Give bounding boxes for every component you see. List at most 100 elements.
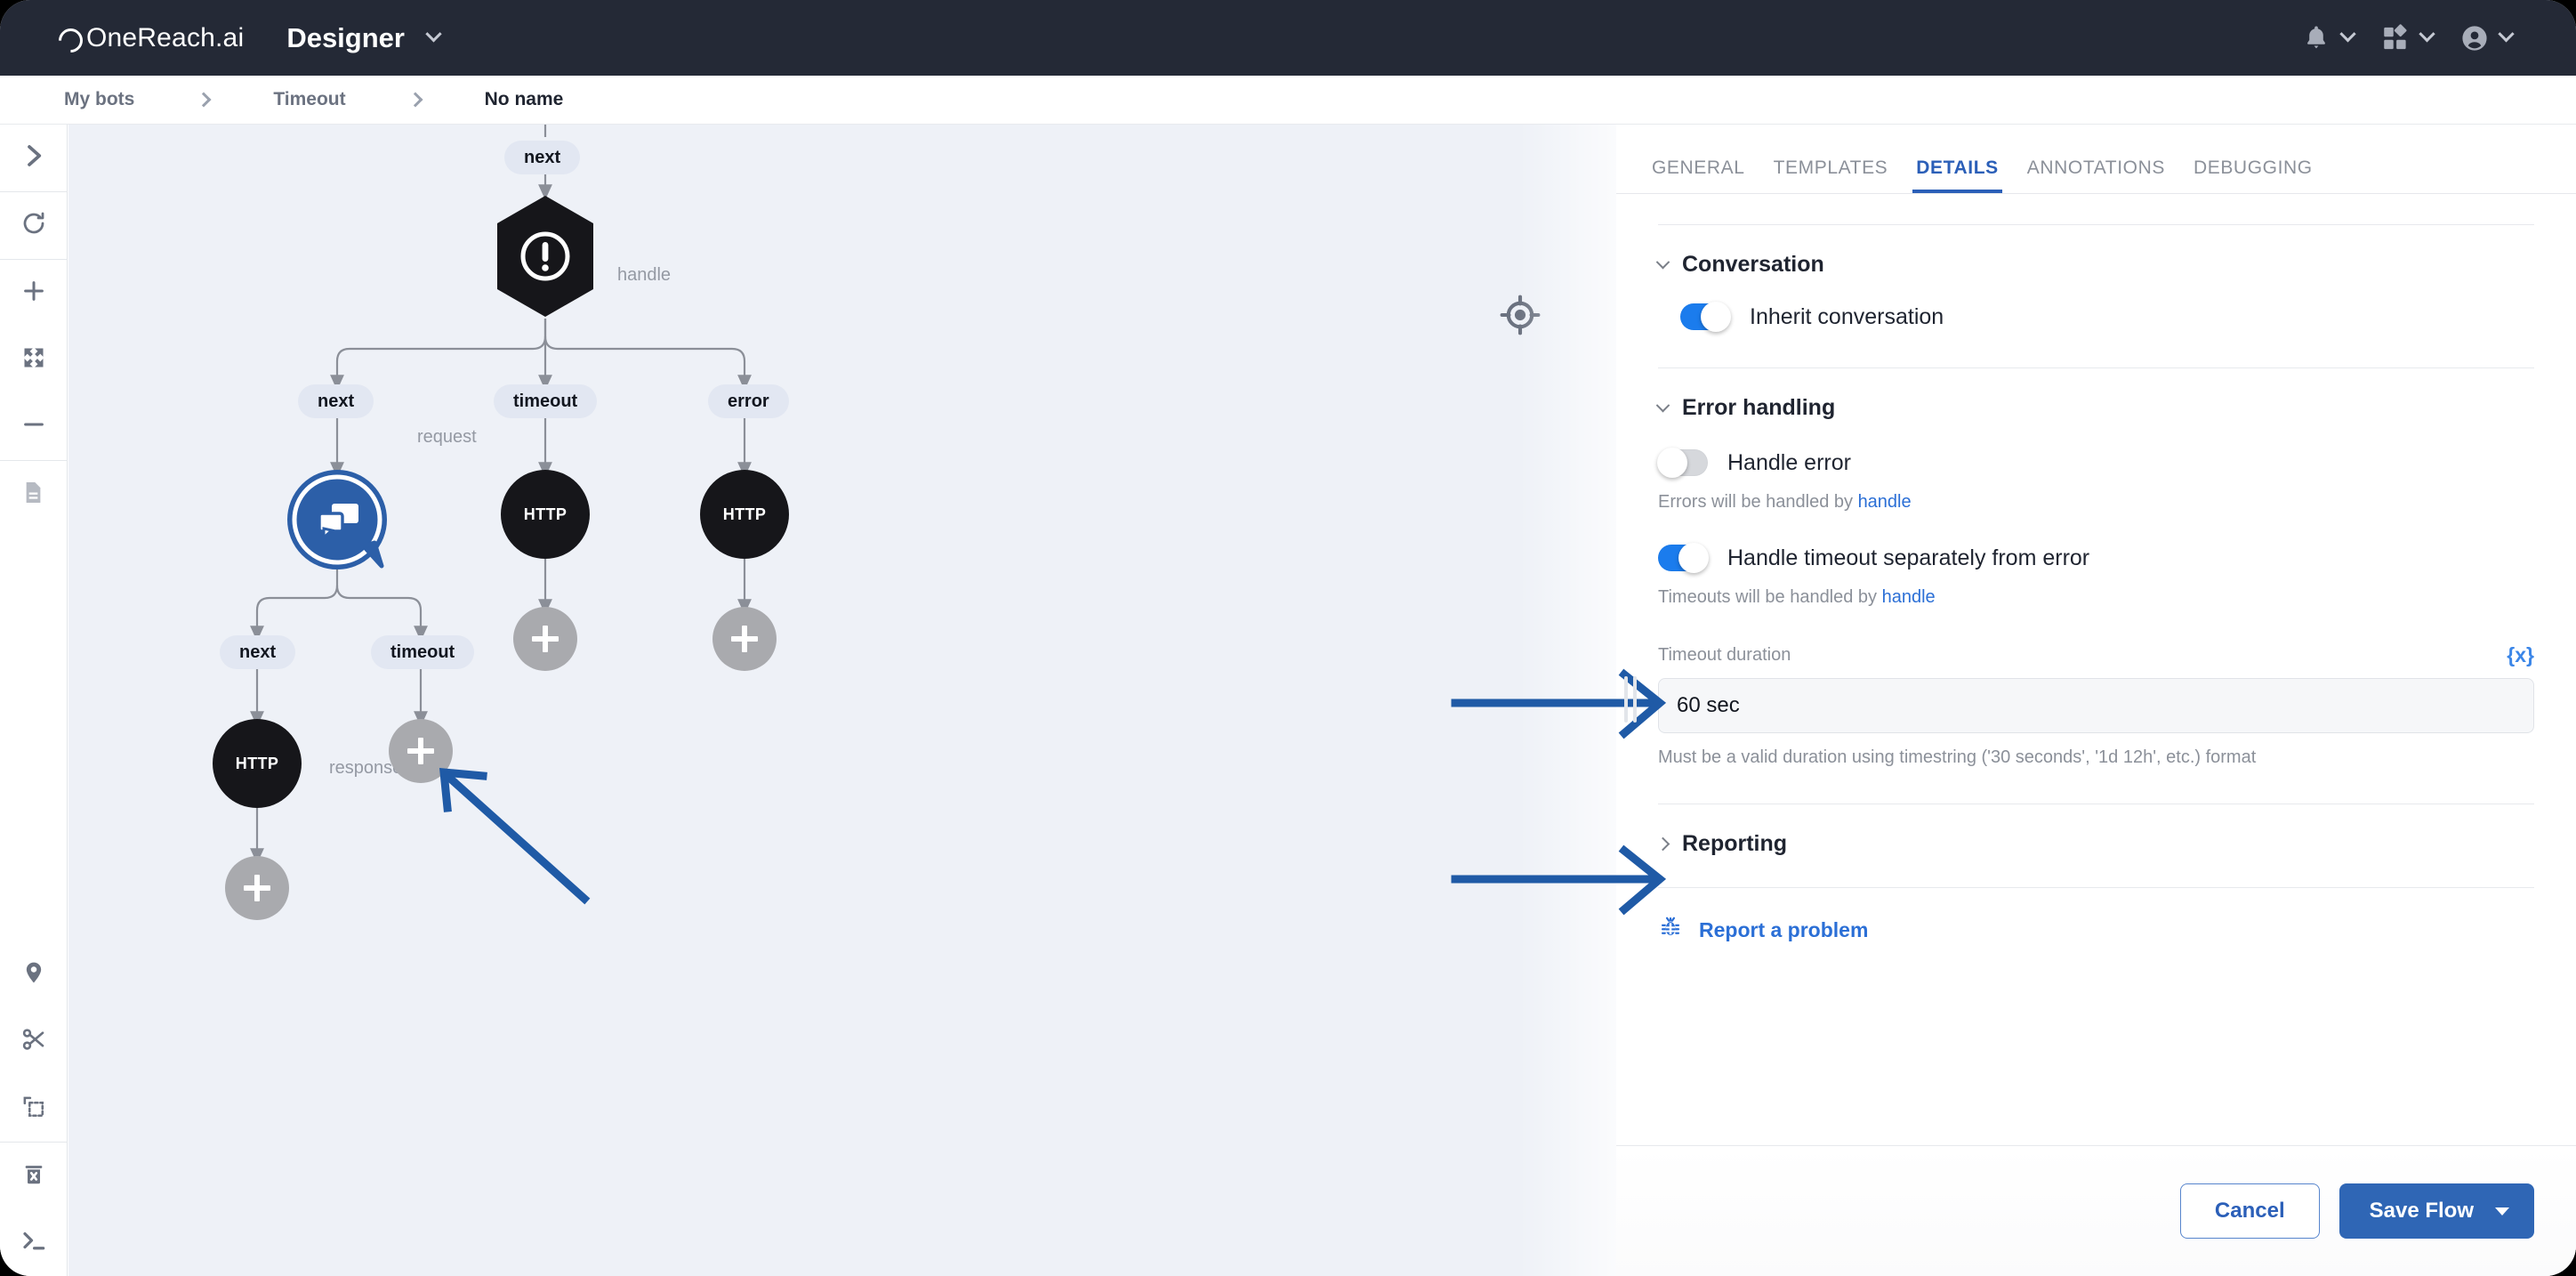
report-problem-label: Report a problem [1699, 918, 1868, 942]
section-title-error-handling: Error handling [1682, 395, 1835, 421]
handle-timeout-toggle[interactable] [1658, 545, 1708, 571]
cancel-button[interactable]: Cancel [2180, 1183, 2320, 1239]
save-flow-chevron-down-icon[interactable] [2495, 1207, 2509, 1215]
onereach-logo-icon [55, 25, 82, 52]
handle-timeout-hint-link[interactable]: handle [1882, 587, 1936, 607]
handle-error-hint-link[interactable]: handle [1858, 492, 1912, 512]
section-header-conversation[interactable]: Conversation [1658, 252, 2534, 278]
fit-screen-icon [21, 345, 46, 375]
app-window: OneReach.ai Designer [0, 0, 2576, 1276]
report-problem-link[interactable]: Report a problem [1658, 915, 2534, 945]
locate-button[interactable] [0, 941, 68, 1008]
edge-pill-next-left[interactable]: next [298, 384, 374, 418]
add-step-button[interactable] [712, 607, 777, 671]
flow-canvas[interactable]: next next timeout error next timeout han… [68, 125, 1616, 1276]
divider [1658, 224, 2534, 225]
top-bar-actions [2292, 0, 2521, 76]
breadcrumb-item-current: No name [485, 89, 564, 110]
bug-icon [1658, 915, 1683, 945]
tab-annotations[interactable]: ANNOTATIONS [2013, 157, 2179, 193]
section-title-conversation: Conversation [1682, 252, 1824, 278]
notifications-bell-icon [2301, 23, 2331, 53]
timeout-duration-help: Must be a valid duration using timestrin… [1658, 747, 2534, 768]
node-label-request: request [417, 427, 477, 448]
breadcrumb-item-timeout[interactable]: Timeout [273, 89, 345, 110]
plus-icon [407, 738, 434, 764]
edge-pill-error[interactable]: error [708, 384, 789, 418]
breadcrumb: My bots Timeout No name [0, 76, 2576, 125]
document-icon [20, 480, 46, 510]
zoom-out-button[interactable] [0, 393, 68, 460]
chevron-down-icon [1656, 399, 1670, 413]
tab-debugging[interactable]: DEBUGGING [2179, 157, 2327, 193]
fit-to-screen-button[interactable] [0, 327, 68, 393]
section-header-error-handling[interactable]: Error handling [1658, 395, 2534, 421]
tab-general[interactable]: GENERAL [1638, 157, 1759, 193]
chat-bubble-icon [287, 470, 392, 573]
account-button[interactable] [2451, 23, 2521, 53]
notifications-button[interactable] [2292, 23, 2363, 53]
add-step-button[interactable] [225, 856, 289, 920]
expand-panel-button[interactable] [0, 125, 68, 191]
edge-pill-timeout-lower[interactable]: timeout [371, 635, 474, 669]
edge-pill-next-top[interactable]: next [504, 141, 580, 174]
toggle-knob [1657, 448, 1687, 478]
handle-timeout-hint: Timeouts will be handled by handle [1658, 587, 2534, 608]
left-tool-rail [0, 125, 68, 1276]
flow-edges [68, 125, 1616, 1276]
details-panel: GENERAL TEMPLATES DETAILS ANNOTATIONS DE… [1616, 125, 2576, 1276]
delete-button[interactable] [0, 1143, 68, 1209]
timeout-duration-label: Timeout duration [1658, 645, 1791, 666]
inherit-conversation-toggle[interactable] [1680, 303, 1730, 330]
terminal-icon [20, 1227, 47, 1258]
handle-error-toggle[interactable] [1658, 449, 1708, 476]
user-account-icon [2459, 23, 2490, 53]
alert-hexagon-icon [493, 194, 598, 319]
top-bar: OneReach.ai Designer [0, 0, 2576, 76]
timeout-duration-input[interactable] [1658, 678, 2534, 733]
section-header-reporting[interactable]: Reporting [1658, 831, 2534, 857]
timeout-duration-label-row: Timeout duration {x} [1658, 643, 2534, 667]
add-step-button[interactable] [513, 607, 577, 671]
refresh-button[interactable] [0, 192, 68, 259]
apps-chevron-down-icon[interactable] [2419, 26, 2435, 42]
select-area-icon [20, 1094, 46, 1124]
tab-templates[interactable]: TEMPLATES [1759, 157, 1903, 193]
select-area-button[interactable] [0, 1075, 68, 1142]
notifications-chevron-down-icon[interactable] [2339, 26, 2355, 42]
scissors-cut-icon [20, 1026, 47, 1057]
panel-resize-handle[interactable] [1624, 676, 1644, 723]
account-chevron-down-icon[interactable] [2498, 26, 2514, 42]
console-button[interactable] [0, 1209, 68, 1276]
edge-pill-next-lower[interactable]: next [220, 635, 295, 669]
notes-button[interactable] [0, 461, 68, 528]
row-inherit-conversation: Inherit conversation [1680, 303, 2534, 330]
plus-icon [731, 626, 758, 652]
apps-button[interactable] [2371, 23, 2442, 53]
toggle-knob [1701, 302, 1731, 332]
row-handle-timeout: Handle timeout separately from error [1658, 545, 2534, 571]
node-label-handle: handle [617, 265, 671, 286]
http-node-response[interactable]: HTTP [213, 719, 302, 808]
delete-trash-icon [21, 1161, 46, 1191]
tab-details[interactable]: DETAILS [1902, 157, 2012, 193]
zoom-out-icon [20, 411, 47, 442]
toggle-knob [1678, 543, 1709, 573]
plus-icon [244, 875, 270, 901]
cut-button[interactable] [0, 1008, 68, 1075]
zoom-in-icon [20, 278, 47, 309]
grip-bar [1633, 676, 1637, 723]
handle-error-label: Handle error [1727, 450, 1851, 476]
center-view-button[interactable] [1497, 292, 1543, 338]
app-switcher-chevron-down-icon[interactable] [425, 26, 441, 42]
http-node-error[interactable]: HTTP [700, 470, 789, 559]
zoom-in-button[interactable] [0, 260, 68, 327]
http-node-timeout[interactable]: HTTP [501, 470, 590, 559]
save-flow-button[interactable]: Save Flow [2339, 1183, 2534, 1239]
breadcrumb-item-my-bots[interactable]: My bots [64, 89, 134, 110]
brand-logo[interactable]: OneReach.ai [55, 23, 244, 53]
handle-timeout-label: Handle timeout separately from error [1727, 545, 2089, 571]
add-step-button[interactable] [389, 719, 453, 783]
edge-pill-timeout-mid[interactable]: timeout [494, 384, 597, 418]
insert-variable-button[interactable]: {x} [2507, 643, 2534, 667]
